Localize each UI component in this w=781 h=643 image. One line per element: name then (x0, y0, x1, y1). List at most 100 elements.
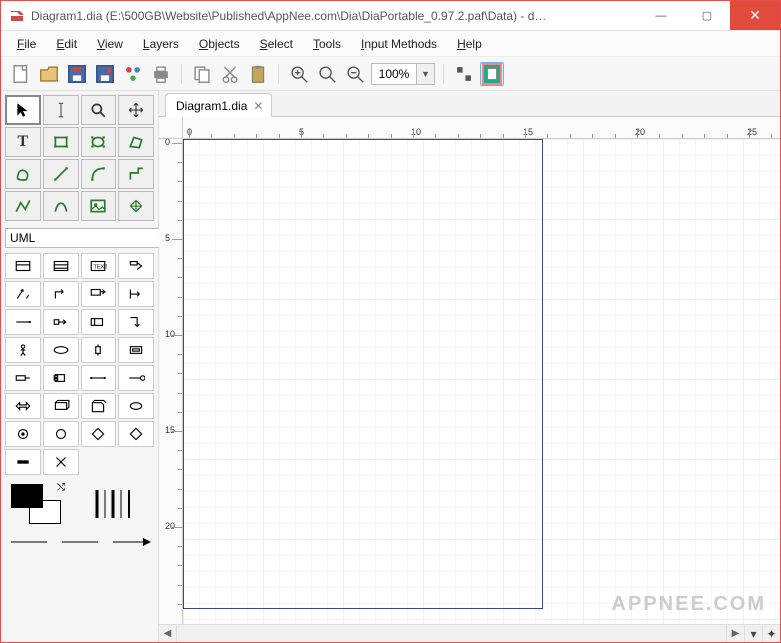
tool-text[interactable]: T (5, 127, 41, 157)
export-button[interactable] (121, 62, 145, 86)
tool-pointer[interactable] (5, 95, 41, 125)
window-controls: — ▢ ✕ (638, 1, 780, 30)
ruler-top[interactable]: 0510152025 (183, 117, 780, 139)
scroll-left-icon[interactable]: ◀ (159, 625, 177, 642)
tool-arc[interactable] (81, 159, 117, 189)
shape-state[interactable] (118, 393, 154, 419)
shape-object[interactable] (118, 337, 154, 363)
shape-decision[interactable] (81, 421, 117, 447)
menu-input-methods[interactable]: Input Methods (353, 35, 445, 53)
print-button[interactable] (149, 62, 173, 86)
tool-box[interactable] (43, 127, 79, 157)
app-icon (9, 8, 25, 24)
nav-corner-icon[interactable]: ✦ (762, 625, 780, 642)
tab-close-icon[interactable]: ✕ (253, 99, 263, 113)
menu-edit[interactable]: Edit (48, 35, 85, 53)
tool-magnify[interactable] (81, 95, 117, 125)
menu-layers[interactable]: Layers (135, 35, 187, 53)
tool-beziergon[interactable] (5, 159, 41, 189)
tool-image[interactable] (81, 191, 117, 221)
shape-class-template[interactable] (43, 253, 79, 279)
shape-merge[interactable] (118, 421, 154, 447)
shape-class[interactable] (5, 253, 41, 279)
tab-diagram1[interactable]: Diagram1.dia ✕ (165, 93, 272, 117)
tool-polyline[interactable] (5, 191, 41, 221)
shape-note[interactable]: TEXT (81, 253, 117, 279)
menu-select[interactable]: Select (252, 35, 301, 53)
close-button[interactable]: ✕ (730, 1, 780, 30)
shape-port[interactable] (5, 365, 41, 391)
shape-link[interactable] (5, 309, 41, 335)
fg-bg-swatch[interactable]: ⤭ (11, 484, 61, 524)
tool-outline[interactable] (118, 191, 154, 221)
horizontal-scrollbar[interactable]: ◀ ▶ ▾ ✦ (159, 624, 780, 642)
maximize-button[interactable]: ▢ (684, 1, 730, 30)
shape-aggregation[interactable] (118, 309, 154, 335)
shape-node[interactable] (43, 393, 79, 419)
shape-generalization[interactable] (5, 281, 41, 307)
menu-help[interactable]: Help (449, 35, 490, 53)
arrow-end-style[interactable] (107, 533, 154, 551)
shape-association[interactable] (81, 281, 117, 307)
tool-text-cursor[interactable] (43, 95, 79, 125)
shape-lifeline[interactable] (81, 337, 117, 363)
shape-navigable[interactable] (118, 281, 154, 307)
tool-line[interactable] (43, 159, 79, 189)
paste-button[interactable] (246, 62, 270, 86)
shape-component-2[interactable] (43, 365, 79, 391)
tool-ellipse[interactable] (81, 127, 117, 157)
shape-realization[interactable] (43, 281, 79, 307)
snap-object-button[interactable] (480, 62, 504, 86)
new-button[interactable] (9, 62, 33, 86)
ruler-corner (159, 117, 183, 139)
shape-category-input[interactable] (5, 228, 170, 248)
shape-bar[interactable] (5, 449, 41, 475)
shape-connector[interactable] (81, 365, 117, 391)
shape-final-state[interactable] (43, 421, 79, 447)
save-as-button[interactable] (93, 62, 117, 86)
tool-zigzag[interactable] (118, 159, 154, 189)
arrow-start-style[interactable] (5, 533, 52, 551)
zoom-in-button[interactable] (287, 62, 311, 86)
copy-button[interactable] (190, 62, 214, 86)
cut-button[interactable] (218, 62, 242, 86)
svg-text:TEXT: TEXT (94, 264, 108, 270)
swap-colors-icon[interactable]: ⤭ (57, 482, 65, 493)
shape-interface[interactable] (118, 365, 154, 391)
toolbar: ▼ (1, 57, 780, 91)
ruler-left[interactable]: 05101520 (159, 139, 183, 624)
shape-message[interactable] (43, 309, 79, 335)
shape-category-combo[interactable]: ▼ (5, 227, 154, 249)
tool-polygon[interactable] (118, 127, 154, 157)
scroll-track[interactable] (177, 625, 726, 642)
tool-scroll[interactable] (118, 95, 154, 125)
zoom-fit-button[interactable] (315, 62, 339, 86)
minimize-button[interactable]: — (638, 1, 684, 30)
menu-tools[interactable]: Tools (305, 35, 349, 53)
shape-usecase[interactable] (43, 337, 79, 363)
zoom-out-button[interactable] (343, 62, 367, 86)
open-button[interactable] (37, 62, 61, 86)
shape-actor[interactable] (5, 337, 41, 363)
zoom-input[interactable] (372, 67, 416, 81)
menu-file[interactable]: File (9, 35, 44, 53)
style-preview-row: ⤭ (5, 483, 154, 525)
shape-package[interactable] (81, 393, 117, 419)
tool-bezier[interactable] (43, 191, 79, 221)
nav-down-icon[interactable]: ▾ (744, 625, 762, 642)
snap-grid-button[interactable] (452, 62, 476, 86)
line-style-preview[interactable] (81, 483, 148, 525)
shape-signal[interactable] (5, 393, 41, 419)
save-button[interactable] (65, 62, 89, 86)
shape-component-1[interactable] (81, 309, 117, 335)
zoom-dropdown-icon[interactable]: ▼ (416, 64, 434, 84)
menu-objects[interactable]: Objects (191, 35, 248, 53)
canvas[interactable]: APPNEE.COM (183, 139, 780, 624)
shape-fork[interactable] (43, 449, 79, 475)
zoom-combo[interactable]: ▼ (371, 63, 435, 85)
scroll-right-icon[interactable]: ▶ (726, 625, 744, 642)
shape-dependency[interactable] (118, 253, 154, 279)
line-dash-style[interactable] (56, 533, 103, 551)
shape-initial-state[interactable] (5, 421, 41, 447)
menu-view[interactable]: View (89, 35, 131, 53)
